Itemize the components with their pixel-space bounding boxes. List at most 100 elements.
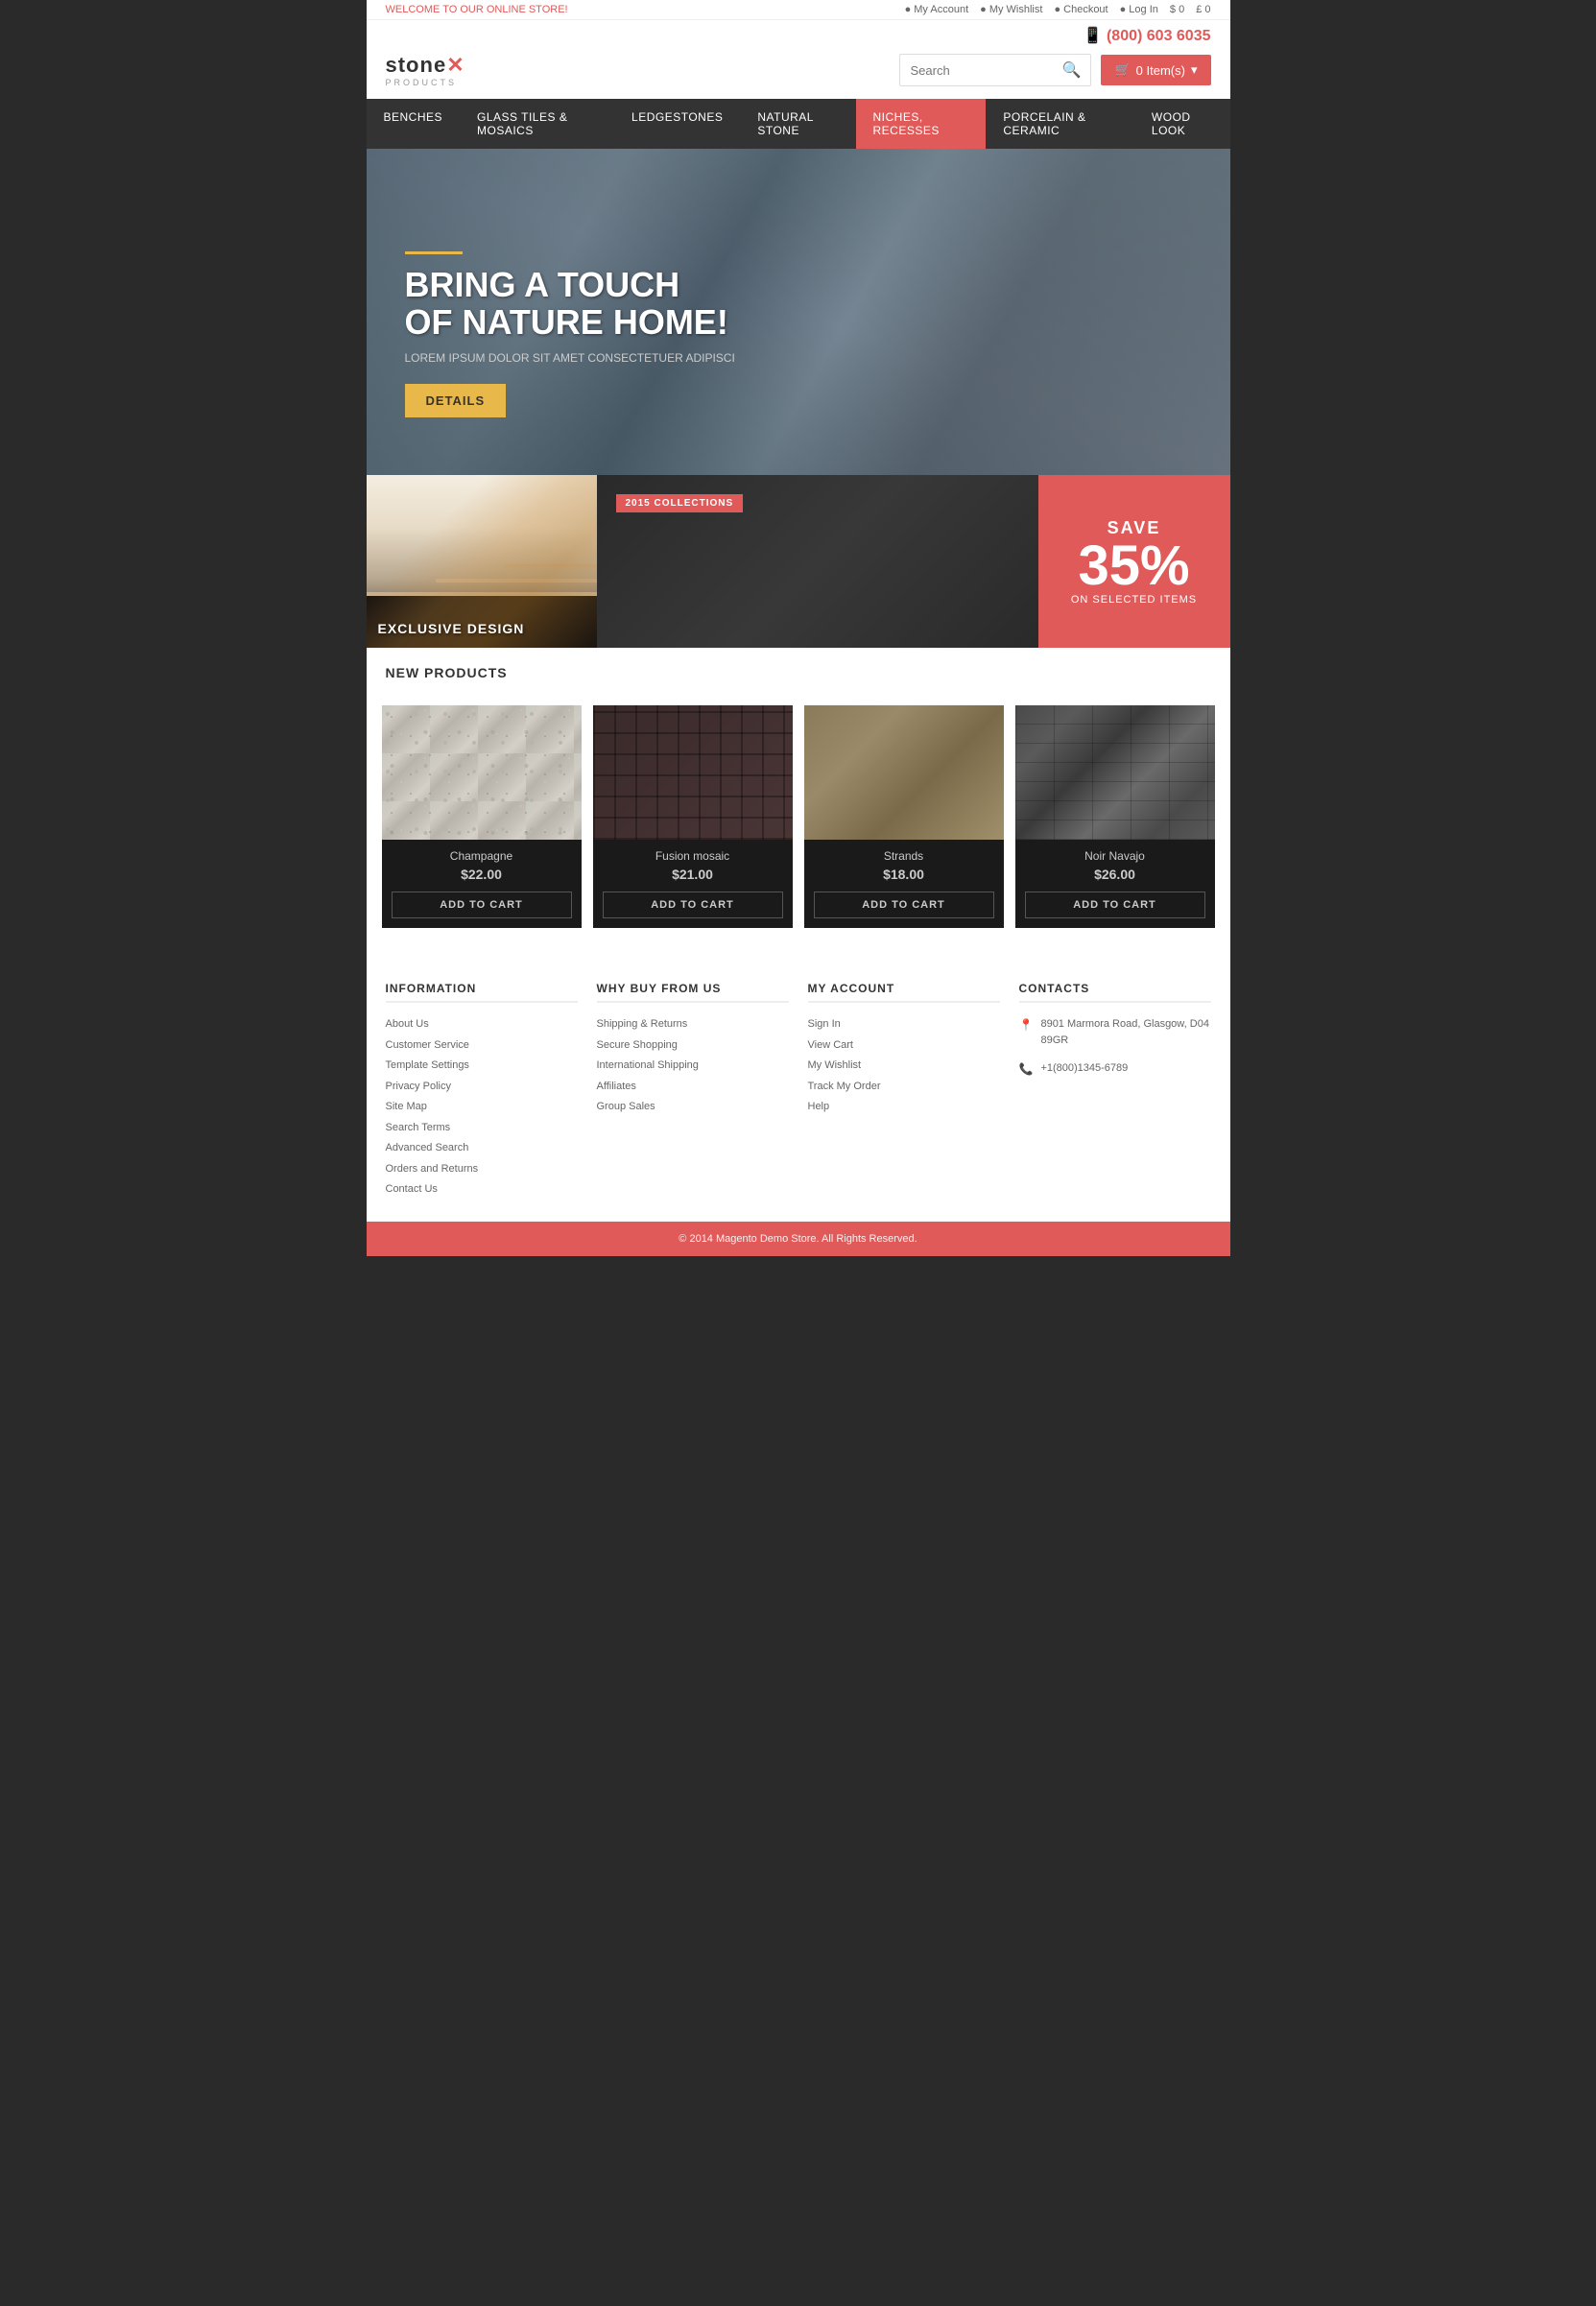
search-box: 🔍 — [899, 54, 1091, 86]
nav-ledgestones[interactable]: LEDGESTONES — [614, 99, 740, 149]
product-card-3: Strands $18.00 ADD TO CART — [804, 705, 1004, 928]
phone-icon: 📞 — [1019, 1062, 1034, 1076]
search-input[interactable] — [910, 63, 1061, 78]
phone-icon: 📱 — [1084, 28, 1103, 44]
nav-porcelain[interactable]: PORCELAIN & CERAMIC — [986, 99, 1134, 149]
cart-icon: 🛒 — [1114, 62, 1130, 78]
add-to-cart-button-2[interactable]: ADD TO CART — [603, 891, 783, 918]
top-bar: WELCOME TO OUR ONLINE STORE! ● My Accoun… — [367, 0, 1230, 20]
hero-line — [405, 251, 463, 254]
wishlist-link[interactable]: ● My Wishlist — [980, 4, 1042, 15]
footer-grid: INFORMATION About Us Customer Service Te… — [386, 982, 1211, 1202]
nav-benches[interactable]: BENCHES — [366, 99, 460, 149]
product-price-3: $18.00 — [814, 867, 994, 882]
product-info-4: Noir Navajo $26.00 ADD TO CART — [1015, 840, 1215, 928]
footer-group-sales-link[interactable]: Group Sales — [597, 1099, 789, 1115]
promo-exclusive-label: EXCLUSIVE DESIGN — [378, 621, 525, 636]
top-bar-links: ● My Account ● My Wishlist ● Checkout ● … — [905, 4, 1211, 15]
footer-col-account: MY ACCOUNT Sign In View Cart My Wishlist… — [808, 982, 1000, 1202]
footer-my-wishlist-link[interactable]: My Wishlist — [808, 1058, 1000, 1074]
product-name-1: Champagne — [392, 849, 572, 863]
hero-details-button[interactable]: DETAILS — [405, 384, 507, 417]
product-image-strands — [804, 705, 1004, 840]
my-account-link[interactable]: ● My Account — [905, 4, 969, 15]
add-to-cart-button-3[interactable]: ADD TO CART — [814, 891, 994, 918]
footer-help-link[interactable]: Help — [808, 1099, 1000, 1115]
nav-niches[interactable]: NICHES, RECESSES — [856, 99, 987, 149]
footer-col-information: INFORMATION About Us Customer Service Te… — [386, 982, 578, 1202]
promo-save-label: ON SELECTED ITEMS — [1071, 594, 1197, 606]
products-grid: Champagne $22.00 ADD TO CART Fusion mosa… — [367, 690, 1230, 953]
footer-search-terms-link[interactable]: Search Terms — [386, 1120, 578, 1136]
header-right: 🔍 🛒 0 Item(s) ▾ — [899, 54, 1210, 86]
promo-new-badge: 2015 COLLECTIONS — [616, 494, 744, 512]
footer-sign-in-link[interactable]: Sign In — [808, 1016, 1000, 1033]
product-info-1: Champagne $22.00 ADD TO CART — [382, 840, 582, 928]
footer-intl-shipping-link[interactable]: International Shipping — [597, 1058, 789, 1074]
footer-contacts-title: CONTACTS — [1019, 982, 1211, 1003]
product-info-2: Fusion mosaic $21.00 ADD TO CART — [593, 840, 793, 928]
add-to-cart-button-4[interactable]: ADD TO CART — [1025, 891, 1205, 918]
hero-banner: BRING A TOUCH OF NATURE HOME! Lorem ipsu… — [367, 149, 1230, 475]
nav-glass-tiles[interactable]: GLASS TILES & MOSAICS — [460, 99, 614, 149]
product-card-1: Champagne $22.00 ADD TO CART — [382, 705, 582, 928]
nav-wood-look[interactable]: WOOD LOOK — [1134, 99, 1230, 149]
currency-usd: $ 0 — [1170, 4, 1184, 15]
footer-about-link[interactable]: About Us — [386, 1016, 578, 1033]
footer-shipping-link[interactable]: Shipping & Returns — [597, 1016, 789, 1033]
add-to-cart-button-1[interactable]: ADD TO CART — [392, 891, 572, 918]
footer: INFORMATION About Us Customer Service Te… — [367, 953, 1230, 1222]
product-price-4: $26.00 — [1025, 867, 1205, 882]
footer-privacy-policy-link[interactable]: Privacy Policy — [386, 1079, 578, 1095]
product-info-3: Strands $18.00 ADD TO CART — [804, 840, 1004, 928]
footer-address: 8901 Marmora Road, Glasgow, D04 89GR — [1040, 1016, 1210, 1048]
section-header: NEW PRODUCTS — [367, 648, 1230, 690]
product-name-2: Fusion mosaic — [603, 849, 783, 863]
new-products-section: NEW PRODUCTS Champagne $22.00 ADD TO CAR… — [367, 648, 1230, 953]
footer-site-map-link[interactable]: Site Map — [386, 1099, 578, 1115]
promo-save-pct: 35% — [1071, 538, 1197, 594]
cart-button[interactable]: 🛒 0 Item(s) ▾ — [1101, 55, 1210, 85]
footer-contact-link[interactable]: Contact Us — [386, 1181, 578, 1198]
footer-account-title: MY ACCOUNT — [808, 982, 1000, 1003]
product-card-2: Fusion mosaic $21.00 ADD TO CART — [593, 705, 793, 928]
header-section: 📱 (800) 603 6035 stone✕ PRODUCTS 🔍 🛒 — [367, 20, 1230, 99]
footer-template-settings-link[interactable]: Template Settings — [386, 1058, 578, 1074]
logo[interactable]: stone✕ PRODUCTS — [386, 53, 465, 87]
promo-new-arrivals: 2015 COLLECTIONS NEW ARRIVALS — [597, 475, 1038, 648]
login-link[interactable]: ● Log In — [1120, 4, 1158, 15]
product-image-mosaic — [593, 705, 793, 840]
product-image-champagne — [382, 705, 582, 840]
main-nav: BENCHES GLASS TILES & MOSAICS LEDGESTONE… — [367, 99, 1230, 149]
product-name-3: Strands — [814, 849, 994, 863]
footer-phone: +1(800)1345-6789 — [1040, 1060, 1128, 1077]
hero-title: BRING A TOUCH OF NATURE HOME! — [405, 266, 735, 342]
promo-save: SAVE 35% ON SELECTED ITEMS — [1038, 475, 1230, 648]
footer-track-order-link[interactable]: Track My Order — [808, 1079, 1000, 1095]
hero-subtitle: Lorem ipsum dolor sit amet consectetuer … — [405, 351, 735, 365]
checkout-link[interactable]: ● Checkout — [1054, 4, 1108, 15]
footer-affiliates-link[interactable]: Affiliates — [597, 1079, 789, 1095]
footer-address-item: 📍 8901 Marmora Road, Glasgow, D04 89GR — [1019, 1016, 1211, 1053]
footer-secure-shopping-link[interactable]: Secure Shopping — [597, 1037, 789, 1054]
logo-mark: ✕ — [446, 53, 465, 77]
promo-save-inner: SAVE 35% ON SELECTED ITEMS — [1071, 518, 1197, 606]
footer-advanced-search-link[interactable]: Advanced Search — [386, 1140, 578, 1156]
footer-col-why: WHY BUY FROM US Shipping & Returns Secur… — [597, 982, 789, 1202]
logo-name: stone✕ — [386, 53, 465, 77]
footer-orders-returns-link[interactable]: Orders and Returns — [386, 1161, 578, 1177]
footer-customer-service-link[interactable]: Customer Service — [386, 1037, 578, 1054]
footer-view-cart-link[interactable]: View Cart — [808, 1037, 1000, 1054]
hero-content: BRING A TOUCH OF NATURE HOME! Lorem ipsu… — [405, 251, 735, 417]
promo-exclusive: EXCLUSIVE DESIGN — [367, 475, 597, 648]
footer-information-title: INFORMATION — [386, 982, 578, 1003]
copyright-text: © 2014 Magento Demo Store. All Rights Re… — [679, 1233, 917, 1245]
product-price-2: $21.00 — [603, 867, 783, 882]
promo-row: EXCLUSIVE DESIGN 2015 COLLECTIONS NEW AR… — [367, 475, 1230, 648]
welcome-text: WELCOME TO OUR ONLINE STORE! — [386, 4, 568, 15]
search-icon[interactable]: 🔍 — [1062, 60, 1082, 80]
nav-natural-stone[interactable]: NATURAL STONE — [740, 99, 855, 149]
footer-col-contacts: CONTACTS 📍 8901 Marmora Road, Glasgow, D… — [1019, 982, 1211, 1202]
cart-label: 0 Item(s) — [1136, 63, 1185, 78]
currency-gbp: £ 0 — [1196, 4, 1210, 15]
